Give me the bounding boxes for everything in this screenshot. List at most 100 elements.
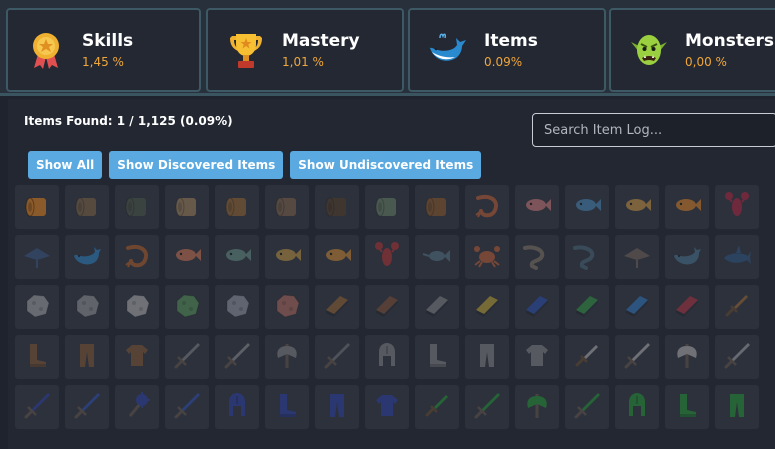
item-slot[interactable] [265,235,309,279]
fish-icon [272,240,302,274]
item-slot[interactable] [315,335,359,379]
item-slot[interactable] [15,335,59,379]
sword-icon [472,390,502,424]
helmet-icon [222,390,252,424]
item-slot[interactable] [615,285,659,329]
item-slot[interactable] [65,285,109,329]
axe-icon [522,390,552,424]
item-slot[interactable] [465,385,509,429]
item-slot[interactable] [715,285,759,329]
item-slot[interactable] [465,285,509,329]
fish-icon [322,240,352,274]
item-slot[interactable] [465,235,509,279]
fish-icon [622,190,652,224]
item-slot[interactable] [315,385,359,429]
item-slot[interactable] [215,335,259,379]
manta-ray-icon [22,240,52,274]
item-slot[interactable] [515,335,559,379]
stat-card-mastery[interactable]: Mastery 1,01 % [206,8,404,92]
item-slot[interactable] [215,385,259,429]
item-slot[interactable] [565,385,609,429]
item-slot[interactable] [165,235,209,279]
item-slot[interactable] [65,185,109,229]
whale-icon [72,240,102,274]
item-slot[interactable] [115,285,159,329]
item-slot[interactable] [715,335,759,379]
stat-card-items[interactable]: Items 0.09% [408,8,606,92]
item-slot[interactable] [165,335,209,379]
stat-value: 0.09% [484,55,523,69]
item-slot[interactable] [115,185,159,229]
item-slot[interactable] [215,285,259,329]
item-slot[interactable] [15,285,59,329]
item-slot[interactable] [565,235,609,279]
item-slot[interactable] [265,285,309,329]
item-slot[interactable] [715,235,759,279]
item-slot[interactable] [665,185,709,229]
item-slot[interactable] [215,185,259,229]
item-slot[interactable] [615,335,659,379]
crab-icon [472,240,502,274]
item-slot[interactable] [315,235,359,279]
item-slot[interactable] [365,385,409,429]
item-slot[interactable] [415,185,459,229]
item-slot[interactable] [265,385,309,429]
item-slot[interactable] [15,385,59,429]
show-undiscovered-button[interactable]: Show Undiscovered Items [290,151,482,179]
item-slot[interactable] [415,385,459,429]
item-slot[interactable] [465,185,509,229]
stats-bar: Skills 1,45 % Mastery 1,01 % Items 0.09%… [0,0,775,96]
item-slot[interactable] [65,385,109,429]
item-slot[interactable] [315,285,359,329]
item-slot[interactable] [165,285,209,329]
item-slot[interactable] [515,185,559,229]
bar-icon [672,290,702,324]
item-slot[interactable] [565,285,609,329]
item-slot[interactable] [615,185,659,229]
item-slot[interactable] [365,235,409,279]
item-slot[interactable] [115,385,159,429]
item-slot[interactable] [615,235,659,279]
bar-icon [422,290,452,324]
item-slot[interactable] [265,335,309,379]
item-slot[interactable] [215,235,259,279]
item-slot[interactable] [515,285,559,329]
item-slot[interactable] [715,185,759,229]
item-slot[interactable] [65,335,109,379]
item-slot[interactable] [665,385,709,429]
item-slot[interactable] [15,235,59,279]
show-all-button[interactable]: Show All [28,151,103,179]
item-slot[interactable] [165,185,209,229]
item-slot[interactable] [665,335,709,379]
item-slot[interactable] [115,335,159,379]
item-slot[interactable] [115,235,159,279]
stat-card-monsters[interactable]: Monsters 0,00 % [609,8,775,92]
search-input[interactable] [532,113,775,147]
item-slot[interactable] [365,285,409,329]
item-slot[interactable] [515,385,559,429]
ore-icon [72,290,102,324]
item-slot[interactable] [415,335,459,379]
goblin-icon [629,30,669,70]
item-slot[interactable] [365,185,409,229]
item-slot[interactable] [415,285,459,329]
item-slot[interactable] [65,235,109,279]
item-slot[interactable] [665,285,709,329]
item-slot[interactable] [315,185,359,229]
item-slot[interactable] [615,385,659,429]
sword-icon [72,390,102,424]
item-slot[interactable] [715,385,759,429]
item-slot[interactable] [665,235,709,279]
item-slot[interactable] [415,235,459,279]
item-slot[interactable] [515,235,559,279]
stat-card-skills[interactable]: Skills 1,45 % [6,8,201,92]
item-slot[interactable] [365,335,409,379]
item-slot[interactable] [165,385,209,429]
item-slot[interactable] [565,335,609,379]
show-discovered-button[interactable]: Show Discovered Items [109,151,284,179]
ore-icon [122,290,152,324]
item-slot[interactable] [265,185,309,229]
item-slot[interactable] [465,335,509,379]
item-slot[interactable] [15,185,59,229]
item-slot[interactable] [565,185,609,229]
